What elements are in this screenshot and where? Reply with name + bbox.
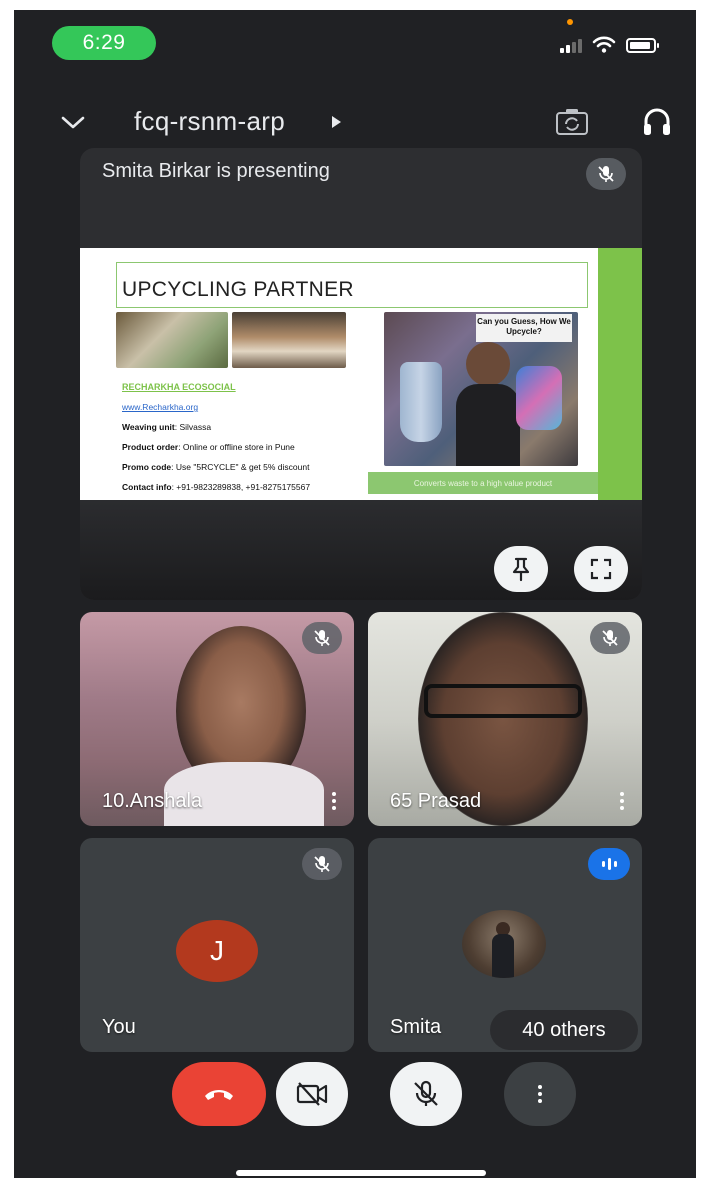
bags-photo-1 (116, 312, 228, 368)
end-call-icon (205, 1090, 233, 1100)
participant-name: 65 Prasad (390, 790, 482, 812)
participant-name: 10.Anshala (102, 790, 203, 812)
mic-off-icon (586, 158, 626, 190)
mic-off-icon (302, 622, 342, 654)
avatar-initial: J (210, 935, 224, 966)
chevron-down-icon[interactable] (58, 108, 88, 138)
phone-screen: 6:29 fcq-rsnm-arp Smita Birkar is presen… (14, 10, 696, 1178)
slide-product-order-label: Product order (122, 442, 179, 452)
slide-product-order-value: : Online or offline store in Pune (178, 442, 295, 452)
slide-promo-code-value: : Use "5RCYCLE" & get 5% discount (171, 462, 310, 472)
speaking-indicator-icon (588, 848, 630, 880)
pin-button[interactable] (494, 546, 548, 592)
camera-toggle-button[interactable] (276, 1062, 348, 1126)
pin-icon (512, 557, 530, 582)
camera-flip-icon[interactable] (554, 106, 590, 138)
fullscreen-icon (590, 558, 612, 580)
participant-tile-prasad[interactable]: 65 Prasad (368, 612, 642, 826)
privacy-indicator-dot (567, 19, 573, 25)
presentation-tile-shade (80, 490, 642, 600)
mic-off-icon (590, 622, 630, 654)
participant-tile-you[interactable]: J You (80, 838, 354, 1052)
mic-off-icon (414, 1080, 438, 1106)
status-time-pill: 6:29 (52, 26, 156, 60)
camera-off-icon (296, 1082, 328, 1106)
photo-cloth (516, 366, 562, 430)
participant-glasses-prasad (424, 684, 582, 718)
home-indicator[interactable] (236, 1170, 486, 1176)
slide-product-order: Product order: Online or offline store i… (122, 442, 295, 452)
shared-slide: UPCYCLING PARTNER Can you Guess, How We … (80, 248, 642, 500)
fullscreen-button[interactable] (574, 546, 628, 592)
photo-person-head (466, 342, 510, 386)
avatar (462, 910, 546, 978)
slide-tagline: Converts waste to a high value product (368, 472, 598, 494)
headphones-icon[interactable] (640, 104, 674, 138)
status-time: 6:29 (82, 31, 126, 54)
slide-website: www.Recharkha.org (122, 402, 199, 412)
meeting-code[interactable]: fcq-rsnm-arp (134, 106, 285, 137)
signal-icon (560, 37, 582, 53)
photo-woven-bag (400, 362, 442, 442)
slide-weaving-unit: Weaving unit: Silvassa (122, 422, 211, 432)
slide-accent-bar (598, 248, 642, 500)
upcycle-photo: Can you Guess, How We Upcycle? (384, 312, 578, 466)
participant-name: Smita (390, 1016, 442, 1038)
more-vert-icon[interactable] (620, 792, 624, 810)
slide-weaving-unit-value: : Silvassa (174, 422, 212, 432)
end-call-button[interactable] (172, 1062, 266, 1126)
meeting-top-bar: fcq-rsnm-arp (14, 104, 696, 148)
photo-person-body (456, 384, 520, 466)
presentation-tile[interactable]: Smita Birkar is presenting UPCYCLING PAR… (80, 148, 642, 600)
others-count: 40 others (522, 1018, 606, 1041)
slide-weaving-unit-label: Weaving unit (122, 422, 175, 432)
slide-contact-label: Contact info (122, 482, 172, 492)
slide-contact-value: : +91-9823289838, +91-8275175567 (171, 482, 311, 492)
wifi-icon (592, 36, 616, 53)
photo-caption: Can you Guess, How We Upcycle? (476, 314, 572, 342)
meeting-details-arrow-icon[interactable] (332, 116, 341, 128)
avatar: J (176, 920, 258, 982)
participant-tile-smita[interactable]: Smita 40 others (368, 838, 642, 1052)
bags-photo-2 (232, 312, 346, 368)
mic-toggle-button[interactable] (390, 1062, 462, 1126)
slide-title: UPCYCLING PARTNER (122, 278, 354, 301)
mic-off-icon (302, 848, 342, 880)
more-options-button[interactable] (504, 1062, 576, 1126)
status-icons (560, 34, 659, 56)
slide-contact-info: Contact info: +91-9823289838, +91-827517… (122, 482, 310, 492)
slide-promo-code: Promo code: Use "5RCYCLE" & get 5% disco… (122, 462, 309, 472)
more-options-icon (538, 1085, 542, 1103)
presenting-label: Smita Birkar is presenting (102, 160, 330, 182)
slide-promo-code-label: Promo code (122, 462, 172, 472)
others-count-badge[interactable]: 40 others (490, 1010, 638, 1050)
more-vert-icon[interactable] (332, 792, 336, 810)
slide-brand: RECHARKHA ECOSOCIAL (122, 382, 236, 392)
battery-icon (626, 37, 659, 53)
participant-name: You (102, 1016, 136, 1038)
participant-tile-anshala[interactable]: 10.Anshala (80, 612, 354, 826)
